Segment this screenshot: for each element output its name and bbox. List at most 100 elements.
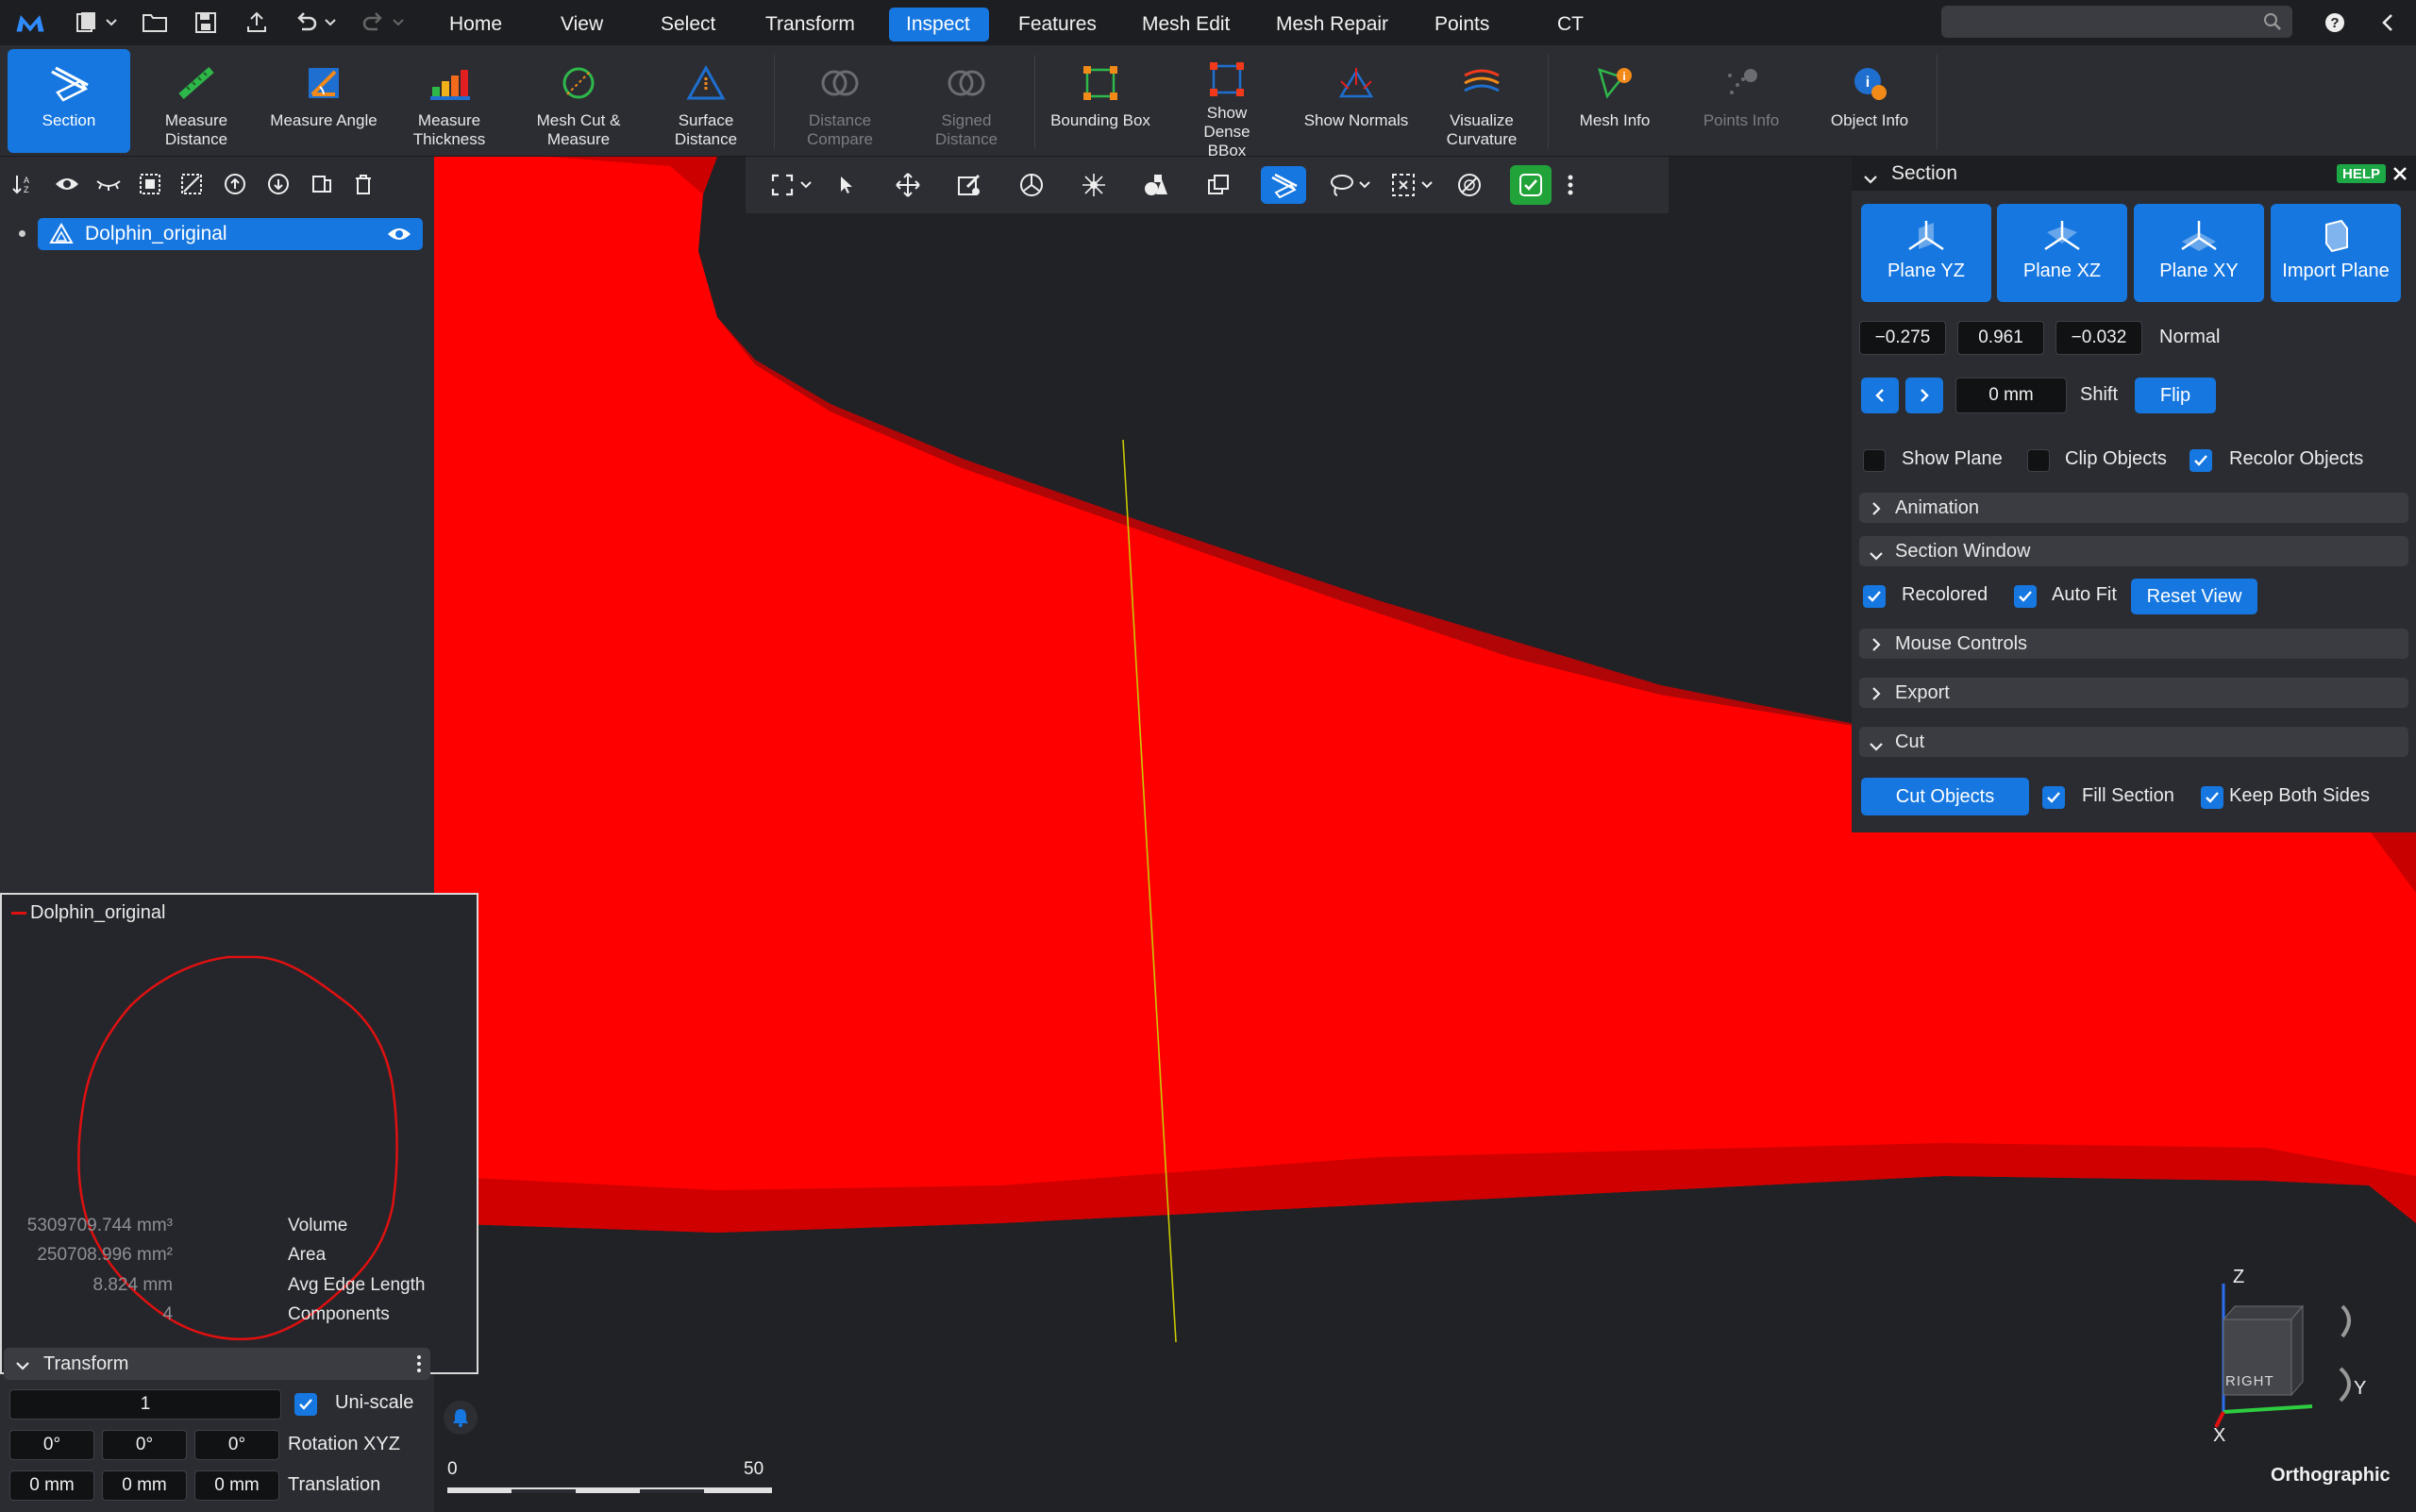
edit-object-icon[interactable] — [953, 169, 985, 201]
recolor-objects-checkbox[interactable] — [2190, 449, 2212, 472]
save-icon[interactable] — [191, 8, 221, 38]
reset-view-button[interactable]: Reset View — [2131, 579, 2257, 614]
hide-icon[interactable] — [94, 170, 123, 198]
measure-thickness-button[interactable]: Measure Thickness — [394, 49, 504, 153]
object-info-button[interactable]: i Object Info — [1816, 49, 1923, 153]
import-plane-button[interactable]: Import Plane — [2271, 204, 2401, 302]
animation-section-header[interactable]: Animation — [1859, 493, 2408, 523]
eye-icon[interactable] — [53, 170, 81, 198]
mesh-info-button[interactable]: i Mesh Info — [1561, 49, 1669, 153]
redo-icon[interactable] — [359, 8, 389, 38]
new-file-icon[interactable] — [72, 8, 102, 38]
normal-x-input[interactable]: −0.275 — [1859, 321, 1946, 355]
section-button[interactable]: Section — [8, 49, 130, 153]
plane-xz-button[interactable]: Plane XZ — [1997, 204, 2127, 302]
export-icon[interactable] — [242, 8, 272, 38]
tab-mesh-repair[interactable]: Mesh Repair — [1259, 8, 1405, 42]
rotation-x-input[interactable]: 0° — [9, 1430, 94, 1460]
more-options-icon[interactable] — [1561, 169, 1580, 201]
chevron-down-icon[interactable] — [321, 8, 340, 38]
scale-input[interactable]: 1 — [9, 1389, 281, 1420]
section-mode-icon[interactable] — [1261, 166, 1306, 204]
visibility-eye-icon[interactable] — [387, 226, 411, 248]
chevron-down-icon[interactable] — [797, 169, 815, 201]
cut-section-header[interactable]: Cut — [1859, 727, 2408, 757]
orbit-icon[interactable] — [1078, 169, 1110, 201]
collapse-chevron-icon[interactable] — [2373, 8, 2403, 38]
tab-inspect[interactable]: Inspect — [889, 8, 989, 42]
rotation-y-input[interactable]: 0° — [102, 1430, 187, 1460]
disable-icon[interactable] — [1453, 169, 1485, 201]
primitives-icon[interactable] — [1140, 169, 1172, 201]
duplicate-icon[interactable] — [1202, 169, 1234, 201]
section-window-header[interactable]: Section Window — [1859, 536, 2408, 566]
help-icon[interactable]: ? — [2320, 8, 2350, 38]
plane-xy-button[interactable]: Plane XY — [2134, 204, 2264, 302]
normal-z-input[interactable]: −0.032 — [2055, 321, 2142, 355]
projection-mode-label[interactable]: Orthographic — [2271, 1465, 2391, 1487]
shift-increase-button[interactable] — [1905, 378, 1943, 413]
shift-input[interactable]: 0 mm — [1955, 378, 2067, 413]
tab-ct[interactable]: CT — [1540, 8, 1601, 42]
chevron-down-icon[interactable] — [102, 8, 121, 38]
checkmark-icon[interactable] — [1510, 165, 1552, 205]
select-all-icon[interactable] — [136, 170, 164, 198]
uniscale-checkbox[interactable] — [294, 1393, 317, 1416]
mesh-cut-measure-button[interactable]: Mesh Cut & Measure — [517, 49, 640, 153]
more-options-icon[interactable] — [415, 1353, 423, 1380]
transform-section-header[interactable]: Transform — [4, 1348, 430, 1380]
search-input[interactable] — [1941, 6, 2292, 38]
tab-view[interactable]: View — [544, 8, 620, 42]
translation-x-input[interactable]: 0 mm — [9, 1470, 94, 1501]
tab-mesh-edit[interactable]: Mesh Edit — [1125, 8, 1247, 42]
lasso-icon[interactable] — [1325, 169, 1357, 201]
fill-section-checkbox[interactable] — [2042, 786, 2065, 809]
show-dense-bbox-button[interactable]: Show Dense BBox — [1170, 49, 1284, 160]
measure-distance-button[interactable]: Measure Distance — [142, 49, 251, 153]
tab-select[interactable]: Select — [644, 8, 732, 42]
move-down-icon[interactable] — [264, 170, 293, 198]
section-panel-header[interactable]: Section HELP — [1852, 157, 2416, 191]
recolored-checkbox[interactable] — [1863, 585, 1886, 608]
auto-fit-checkbox[interactable] — [2014, 585, 2037, 608]
chevron-down-icon[interactable] — [389, 8, 408, 38]
flip-button[interactable]: Flip — [2135, 378, 2216, 413]
rotate-center-icon[interactable] — [1015, 169, 1048, 201]
bounding-box-button[interactable]: Bounding Box — [1044, 49, 1157, 153]
visualize-curvature-button[interactable]: Visualize Curvature — [1427, 49, 1536, 153]
tab-features[interactable]: Features — [1001, 8, 1114, 42]
show-normals-button[interactable]: Show Normals — [1297, 49, 1416, 153]
move-icon[interactable] — [892, 169, 924, 201]
select-cursor-icon[interactable] — [830, 169, 863, 201]
chevron-down-icon[interactable] — [1418, 169, 1436, 201]
tab-points[interactable]: Points — [1418, 8, 1506, 42]
group-icon[interactable] — [308, 170, 336, 198]
clip-objects-checkbox[interactable] — [2027, 449, 2050, 472]
box-select-icon[interactable] — [1387, 169, 1419, 201]
help-badge[interactable]: HELP — [2336, 164, 2386, 183]
signed-distance-button[interactable]: Signed Distance — [912, 49, 1021, 153]
rotation-z-input[interactable]: 0° — [194, 1430, 279, 1460]
cut-objects-button[interactable]: Cut Objects — [1861, 778, 2029, 815]
sort-icon[interactable]: AZ — [11, 170, 40, 198]
show-plane-checkbox[interactable] — [1863, 449, 1886, 472]
normal-y-input[interactable]: 0.961 — [1957, 321, 2044, 355]
translation-y-input[interactable]: 0 mm — [102, 1470, 187, 1501]
measure-angle-button[interactable]: Measure Angle — [264, 49, 383, 153]
surface-distance-button[interactable]: Surface Distance — [651, 49, 761, 153]
shift-decrease-button[interactable] — [1861, 378, 1899, 413]
trash-icon[interactable] — [349, 170, 378, 198]
points-info-button[interactable]: Points Info — [1687, 49, 1795, 153]
open-folder-icon[interactable] — [140, 8, 170, 38]
close-icon[interactable] — [2391, 165, 2408, 188]
translation-z-input[interactable]: 0 mm — [194, 1470, 279, 1501]
tab-transform[interactable]: Transform — [748, 8, 872, 42]
plane-yz-button[interactable]: Plane YZ — [1861, 204, 1991, 302]
fit-view-icon[interactable] — [766, 169, 798, 201]
mouse-controls-header[interactable]: Mouse Controls — [1859, 629, 2408, 659]
move-up-icon[interactable] — [221, 170, 249, 198]
keep-both-sides-checkbox[interactable] — [2201, 786, 2223, 809]
tab-home[interactable]: Home — [432, 8, 519, 42]
notification-bell-icon[interactable] — [444, 1401, 478, 1435]
distance-compare-button[interactable]: Distance Compare — [785, 49, 895, 153]
